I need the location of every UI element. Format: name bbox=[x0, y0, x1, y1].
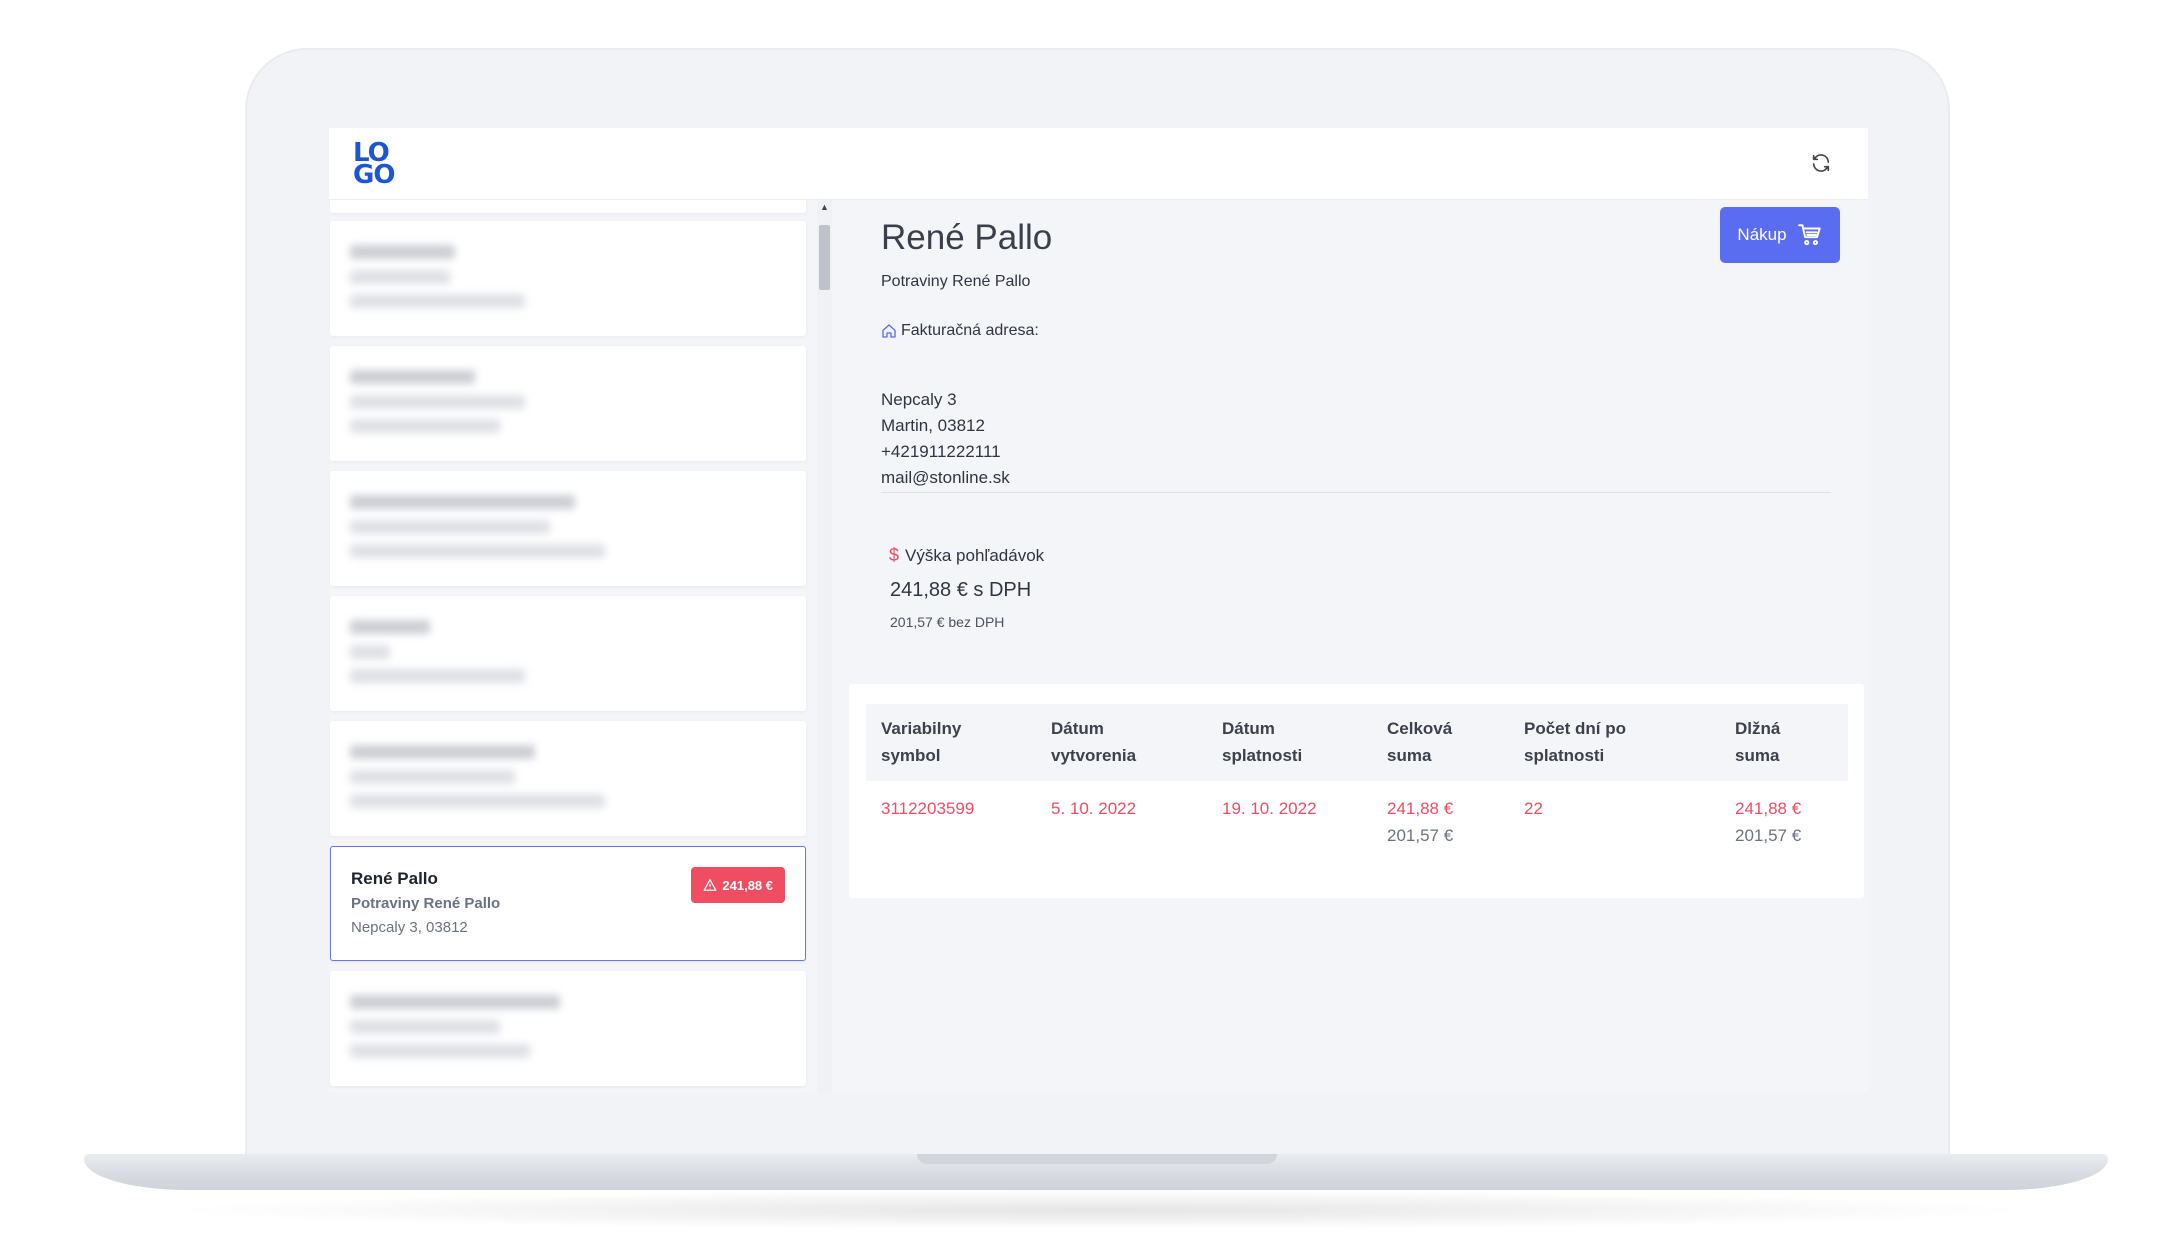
header-line: Dlžná bbox=[1735, 719, 1781, 738]
list-item[interactable] bbox=[330, 200, 806, 213]
customer-detail: René Pallo Potraviny René Pallo Nákup Fa… bbox=[834, 200, 1868, 1092]
header-line: Počet dní po bbox=[1524, 719, 1626, 738]
blurred-text bbox=[350, 395, 525, 409]
col-variable-symbol: Variabilny symbol bbox=[881, 715, 961, 769]
scroll-thumb[interactable] bbox=[819, 225, 830, 290]
blurred-text bbox=[350, 419, 500, 433]
blurred-text bbox=[350, 794, 605, 808]
debt-badge-amount: 241,88 € bbox=[722, 877, 773, 893]
blurred-text bbox=[350, 520, 550, 534]
divider bbox=[881, 492, 1831, 493]
blurred-text bbox=[350, 995, 560, 1009]
blurred-text bbox=[350, 370, 475, 384]
blurred-text bbox=[350, 669, 525, 683]
col-created: Dátum vytvorenia bbox=[1051, 715, 1136, 769]
customer-list[interactable]: René Pallo Potraviny René Pallo Nepcaly … bbox=[329, 200, 834, 1092]
list-item[interactable] bbox=[330, 221, 806, 336]
cell-total-gross: 241,88 € bbox=[1387, 799, 1454, 818]
detail-customer-name: René Pallo bbox=[881, 218, 1053, 257]
cart-icon bbox=[1797, 224, 1821, 246]
header-line: Dátum bbox=[1222, 719, 1275, 738]
header-line: symbol bbox=[881, 746, 941, 765]
list-item[interactable] bbox=[330, 471, 806, 586]
blurred-text bbox=[350, 645, 390, 659]
col-total: Celková suma bbox=[1387, 715, 1452, 769]
invoice-table: Variabilny symbol Dátum vytvorenia Dátum… bbox=[849, 684, 1864, 898]
home-icon bbox=[882, 324, 896, 338]
debt-badge: 241,88 € bbox=[691, 867, 785, 903]
cell-due: 19. 10. 2022 bbox=[1222, 799, 1317, 818]
customer-name: René Pallo bbox=[351, 869, 438, 888]
blurred-text bbox=[350, 245, 455, 259]
list-item-selected[interactable]: René Pallo Potraviny René Pallo Nepcaly … bbox=[330, 846, 806, 961]
buy-button-label: Nákup bbox=[1737, 225, 1787, 244]
address-email[interactable]: mail@stonline.sk bbox=[881, 468, 1010, 488]
billing-address-label: Fakturačná adresa: bbox=[881, 322, 1039, 340]
list-item[interactable] bbox=[330, 346, 806, 461]
warning-icon bbox=[703, 879, 717, 891]
blurred-text bbox=[350, 544, 605, 558]
billing-address-text: Fakturačná adresa: bbox=[901, 322, 1039, 339]
cell-owed-gross: 241,88 € bbox=[1735, 799, 1802, 818]
address-city: Martin, 03812 bbox=[881, 416, 985, 435]
header-line: Dátum bbox=[1051, 719, 1104, 738]
list-item[interactable] bbox=[330, 596, 806, 711]
blurred-text bbox=[350, 1020, 500, 1034]
list-item[interactable] bbox=[330, 721, 806, 836]
scroll-up-arrow-icon[interactable]: ▲ bbox=[820, 202, 829, 212]
cell-total-net: 201,57 € bbox=[1387, 826, 1454, 845]
blurred-text bbox=[350, 745, 535, 759]
blurred-text bbox=[350, 495, 575, 509]
cell-variable-symbol: 3112203599 bbox=[881, 799, 975, 818]
claims-label: $ Výška pohľadávok bbox=[889, 545, 1044, 566]
cell-owed-net: 201,57 € bbox=[1735, 826, 1802, 845]
col-due: Dátum splatnosti bbox=[1222, 715, 1302, 769]
blurred-text bbox=[350, 294, 525, 308]
col-days-after-due: Počet dní po splatnosti bbox=[1524, 715, 1626, 769]
list-scrollbar[interactable]: ▲ bbox=[817, 200, 832, 1092]
app-screen: LO GO René Pallo Potraviny René Pallo Ne… bbox=[329, 128, 1868, 1092]
header-line: Variabilny bbox=[881, 719, 962, 738]
blurred-text bbox=[350, 1044, 530, 1058]
cell-days-after-due: 22 bbox=[1524, 799, 1543, 818]
col-owed: Dlžná suma bbox=[1735, 715, 1780, 769]
blurred-text bbox=[350, 620, 430, 634]
claims-net: 201,57 € bez DPH bbox=[890, 614, 1005, 630]
logo[interactable]: LO GO bbox=[353, 140, 401, 190]
refresh-icon[interactable] bbox=[1810, 152, 1832, 174]
claims-label-text: Výška pohľadávok bbox=[905, 545, 1045, 565]
detail-header: René Pallo Potraviny René Pallo Nákup Fa… bbox=[834, 200, 1854, 650]
dollar-icon: $ bbox=[889, 545, 900, 565]
cell-created: 5. 10. 2022 bbox=[1051, 799, 1137, 818]
blurred-text bbox=[350, 270, 450, 284]
invoice-table-header: Variabilny symbol Dátum vytvorenia Dátum… bbox=[866, 704, 1848, 781]
laptop-notch bbox=[917, 1154, 1277, 1164]
buy-button[interactable]: Nákup bbox=[1720, 207, 1840, 263]
top-bar: LO GO bbox=[329, 128, 1868, 200]
header-line: vytvorenia bbox=[1051, 746, 1137, 765]
customer-address: Nepcaly 3, 03812 bbox=[351, 919, 468, 936]
blurred-text bbox=[350, 770, 515, 784]
header-line: suma bbox=[1735, 746, 1780, 765]
header-line: splatnosti bbox=[1524, 746, 1605, 765]
address-phone[interactable]: +421911222111 bbox=[881, 442, 1001, 462]
address-street: Nepcaly 3 bbox=[881, 390, 957, 409]
logo-bottom: GO bbox=[353, 160, 395, 190]
detail-company: Potraviny René Pallo bbox=[881, 273, 1031, 290]
laptop-shadow bbox=[160, 1190, 2040, 1230]
header-line: Celková bbox=[1387, 719, 1453, 738]
header-line: suma bbox=[1387, 746, 1432, 765]
customer-company: Potraviny René Pallo bbox=[351, 895, 501, 912]
header-line: splatnosti bbox=[1222, 746, 1303, 765]
list-item[interactable] bbox=[330, 971, 806, 1086]
claims-gross: 241,88 € s DPH bbox=[890, 579, 1032, 601]
